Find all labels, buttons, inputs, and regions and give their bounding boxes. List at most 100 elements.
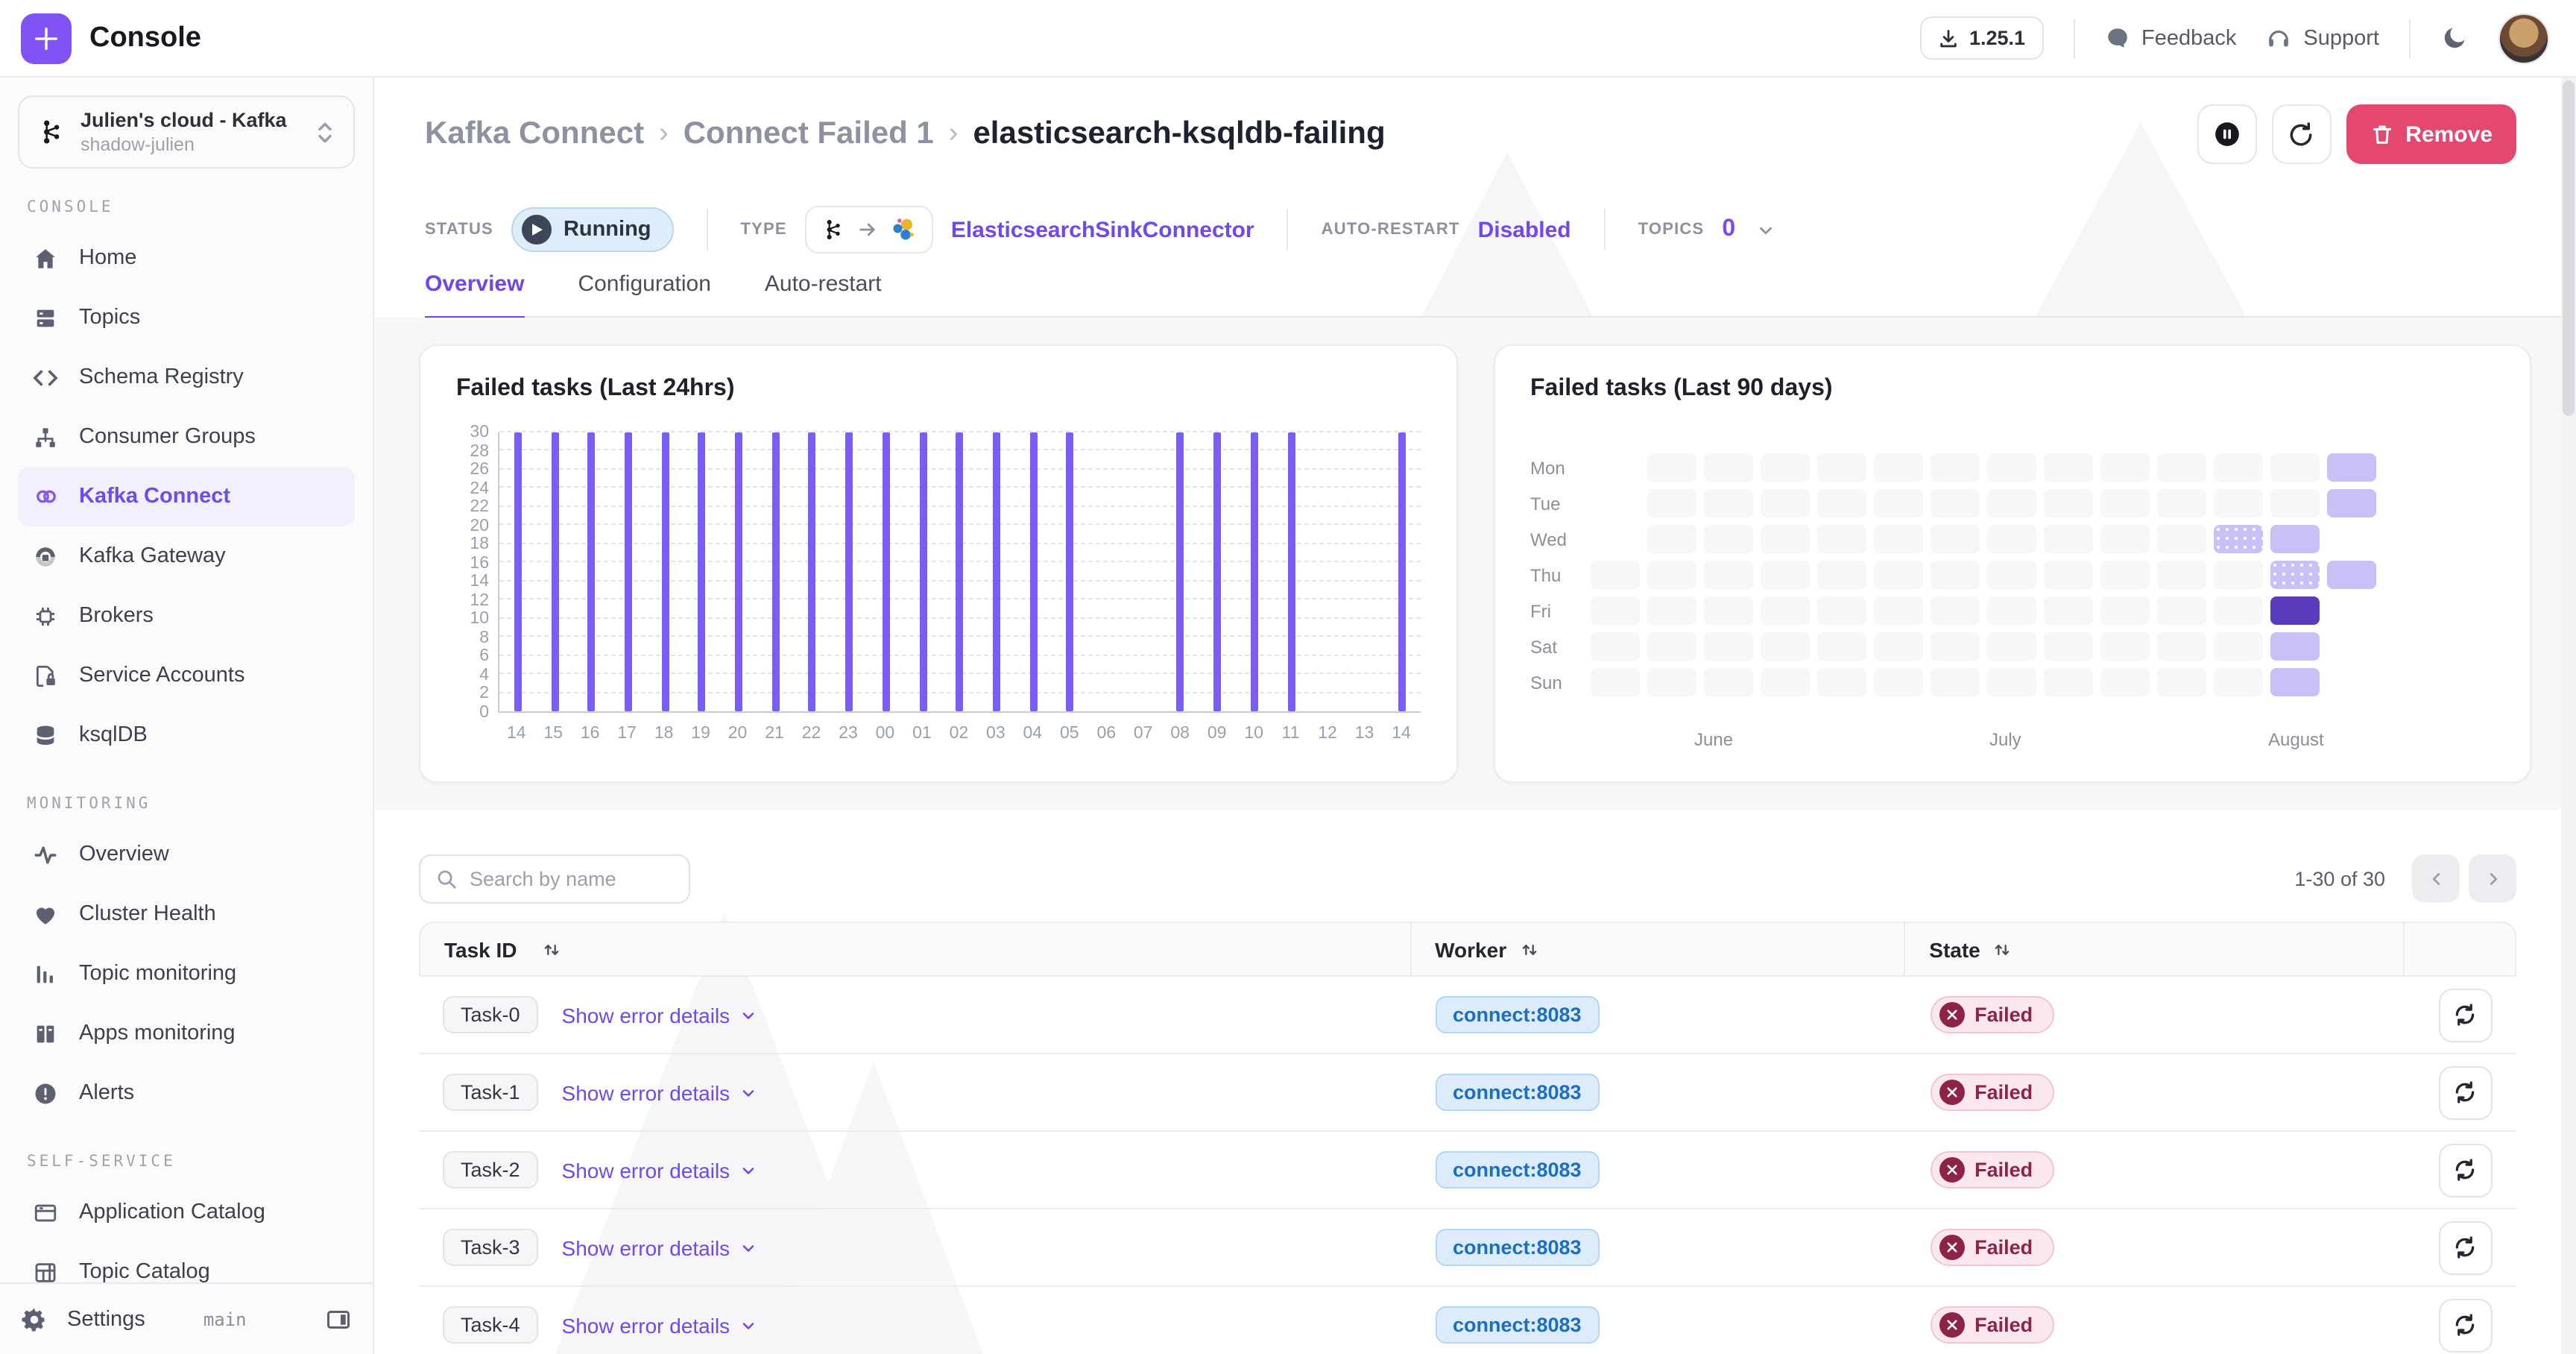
- sidebar-settings-bar[interactable]: Settings main: [0, 1282, 373, 1354]
- tab-auto-restart[interactable]: Auto-restart: [765, 271, 882, 321]
- breadcrumb-item[interactable]: Connect Failed 1: [684, 116, 934, 152]
- sidebar-item-kafka-connect[interactable]: Kafka Connect: [18, 467, 355, 526]
- sidebar-item-topic-monitoring[interactable]: Topic monitoring: [18, 944, 355, 1004]
- x-tick-label: 16: [580, 725, 600, 743]
- bar: [1287, 432, 1295, 711]
- tab-overview[interactable]: Overview: [425, 271, 525, 321]
- feedback-button[interactable]: Feedback: [2104, 25, 2236, 51]
- sidebar-item-cluster-health[interactable]: Cluster Health: [18, 884, 355, 944]
- chevron-down-icon: [739, 1006, 757, 1024]
- user-avatar[interactable]: [2498, 13, 2549, 63]
- state-cell: Failed: [1906, 1074, 2405, 1111]
- heatmap-cell: [2270, 453, 2319, 482]
- heatmap-cell: [2270, 489, 2319, 517]
- heatmap-cell: [1647, 489, 1696, 517]
- x-tick-label: 09: [1207, 725, 1227, 743]
- collapse-sidebar-icon[interactable]: [325, 1306, 352, 1332]
- elasticsearch-icon: [890, 216, 917, 243]
- bar: [698, 432, 706, 711]
- sidebar-item-consumer-groups[interactable]: Consumer Groups: [18, 407, 355, 467]
- show-error-details-label: Show error details: [561, 1158, 730, 1182]
- restart-task-button[interactable]: [2438, 1143, 2493, 1197]
- cluster-name: Julien's cloud - Kafka: [80, 109, 287, 131]
- restart-task-button[interactable]: [2438, 988, 2493, 1042]
- heatmap-cell: [2156, 561, 2206, 589]
- version-button[interactable]: 1.25.1: [1919, 16, 2044, 60]
- sidebar-item-service-accounts[interactable]: Service Accounts: [18, 646, 355, 705]
- state-badge: Failed: [1930, 1074, 2054, 1111]
- kafka-icon: [821, 218, 845, 242]
- breadcrumb-item[interactable]: Kafka Connect: [425, 116, 644, 152]
- sidebar-item-alerts[interactable]: Alerts: [18, 1063, 355, 1123]
- y-tick-label: 12: [470, 591, 489, 610]
- sidebar-item-label: Alerts: [79, 1081, 135, 1105]
- y-tick-label: 4: [479, 666, 489, 684]
- remove-button[interactable]: Remove: [2346, 104, 2516, 164]
- support-button[interactable]: Support: [2266, 25, 2379, 51]
- sidebar-item-kafka-gateway[interactable]: Kafka Gateway: [18, 526, 355, 586]
- heatmap-cell: [1873, 561, 1922, 589]
- alert-icon: [33, 1080, 60, 1106]
- heatmap-cell: [2213, 668, 2262, 696]
- sidebar-item-label: Kafka Connect: [79, 485, 231, 508]
- heatmap-month-label: June: [1694, 729, 1734, 750]
- heatmap-cell: [1930, 632, 1979, 661]
- table-row: Task-1 Show error details connect:8083 Fail…: [419, 1054, 2516, 1132]
- column-header-worker[interactable]: Worker: [1411, 923, 1906, 975]
- sidebar-item-ksqldb[interactable]: ksqlDB: [18, 705, 355, 765]
- heatmap-cell: [1703, 525, 1752, 553]
- pause-connector-button[interactable]: [2197, 104, 2257, 164]
- table-row: Task-3 Show error details connect:8083 Fail…: [419, 1209, 2516, 1287]
- bar: [771, 432, 780, 711]
- column-header-state[interactable]: State: [1905, 923, 2405, 975]
- sidebar-item-topics[interactable]: Topics: [18, 288, 355, 347]
- heatmap-cell: [2043, 453, 2092, 482]
- chart-title: Failed tasks (Last 90 days): [1530, 376, 1833, 401]
- show-error-details-link[interactable]: Show error details: [562, 1313, 757, 1337]
- pagination-prev-button[interactable]: [2412, 854, 2460, 902]
- show-error-details-link[interactable]: Show error details: [562, 1235, 757, 1259]
- sidebar-item-home[interactable]: Home: [18, 228, 355, 288]
- sidebar-item-brokers[interactable]: Brokers: [18, 586, 355, 646]
- heatmap-cell: [1930, 489, 1979, 517]
- sort-icon: [1992, 939, 2013, 960]
- main-content: Kafka Connect › Connect Failed 1 › elasticse…: [374, 78, 2576, 1354]
- pagination-next-button[interactable]: [2469, 854, 2516, 902]
- state-label: Failed: [1974, 1159, 2033, 1181]
- sidebar-item-label: Topics: [79, 306, 141, 330]
- chevron-down-icon: [739, 1238, 757, 1256]
- cluster-selector[interactable]: Julien's cloud - Kafka shadow-julien: [18, 95, 355, 169]
- restart-task-button[interactable]: [2438, 1221, 2493, 1274]
- heatmap-cell: [1986, 668, 2036, 696]
- sidebar-item-schema-registry[interactable]: Schema Registry: [18, 347, 355, 407]
- page-scrollbar[interactable]: [2561, 78, 2576, 1354]
- topics-chevron-down-icon[interactable]: [1756, 220, 1775, 239]
- failed-icon: [1939, 1312, 1965, 1338]
- table-row: Task-0 Show error details connect:8083 Fail…: [419, 977, 2516, 1054]
- restart-task-button[interactable]: [2438, 1065, 2493, 1119]
- heatmap-cell: [1590, 561, 1639, 589]
- x-tick-label: 21: [765, 725, 784, 743]
- heatmap-cell: [2326, 453, 2375, 482]
- app-title: Console: [89, 22, 201, 53]
- scrollbar-thumb[interactable]: [2563, 81, 2575, 416]
- column-header-task-id[interactable]: Task ID: [420, 923, 1412, 975]
- failed-tasks-heatmap: Mon Tue Wed Thu Fri Sat Sun: [1530, 453, 2494, 696]
- sidebar-item-label: Topic Catalog: [79, 1260, 210, 1284]
- sidebar-item-overview[interactable]: Overview: [18, 825, 355, 884]
- sidebar-item-application-catalog[interactable]: Application Catalog: [18, 1183, 355, 1242]
- sidebar-item-apps-monitoring[interactable]: Apps monitoring: [18, 1004, 355, 1063]
- service-accounts-icon: [33, 663, 60, 688]
- search-input[interactable]: [470, 867, 674, 889]
- show-error-details-link[interactable]: Show error details: [562, 1158, 757, 1182]
- dark-mode-toggle[interactable]: [2440, 24, 2469, 52]
- tab-configuration[interactable]: Configuration: [578, 271, 710, 321]
- bar: [661, 432, 669, 711]
- show-error-details-link[interactable]: Show error details: [562, 1080, 757, 1104]
- show-error-details-link[interactable]: Show error details: [562, 1003, 757, 1027]
- restart-task-button[interactable]: [2438, 1298, 2493, 1352]
- heatmap-row-sun: Sun: [1530, 668, 2494, 696]
- refresh-button[interactable]: [2271, 104, 2332, 164]
- version-label: 1.25.1: [1969, 27, 2026, 49]
- heatmap-cell: [1760, 561, 1809, 589]
